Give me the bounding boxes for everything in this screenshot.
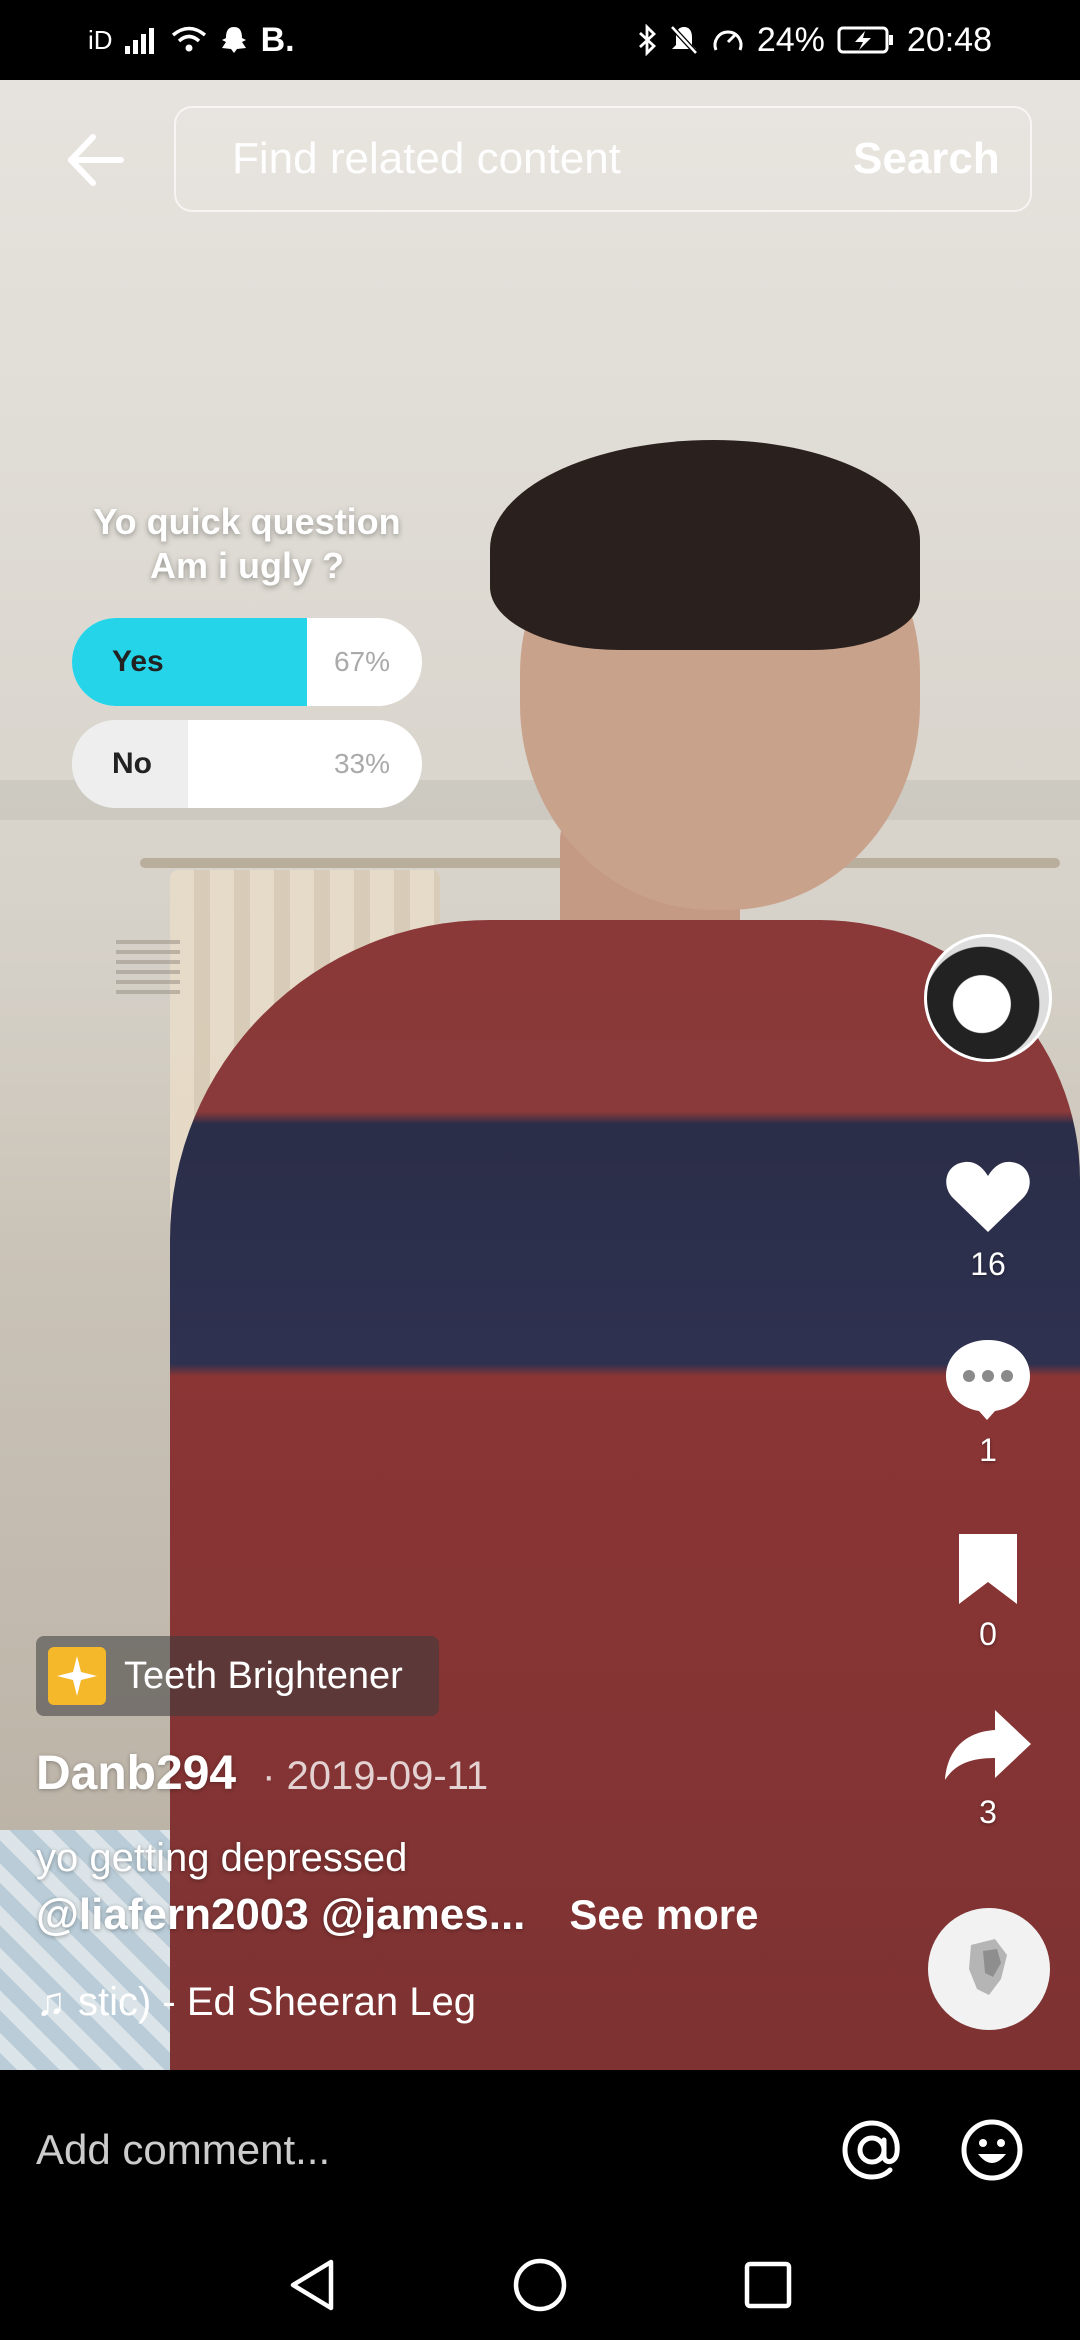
carrier-label: iD [88,24,113,55]
post-date: · 2019-09-11 [262,1754,489,1798]
poll-option-yes[interactable]: Yes 67% [72,618,422,706]
music-title: stic) - Ed Sheeran Leg [78,1980,476,2024]
back-triangle-icon[interactable] [287,2258,337,2312]
comment-count: 1 [979,1432,997,1468]
share-arrow-icon [945,1710,1031,1780]
bookmark-icon [959,1534,1017,1604]
sound-thumbnail-icon [969,1939,1007,1995]
poll-option-percent: 67% [333,646,390,677]
poll-option-no[interactable]: No 33% [72,720,422,808]
person-hair [490,440,920,650]
comment-input[interactable]: Add comment... [36,2126,840,2174]
battery-percent: 24% [756,20,825,59]
comment-bubble-icon [946,1340,1030,1420]
poll-sticker: Yo quick question Am i ugly ? Yes 67% No… [72,500,422,822]
effect-tag[interactable]: Teeth Brightener [36,1636,439,1716]
poll-option-label: Yes [112,645,164,678]
recents-square-icon[interactable] [743,2260,793,2310]
status-right: 24% 20:48 [637,21,992,60]
sound-disc[interactable] [928,1908,1050,2030]
save-count: 0 [979,1616,997,1652]
post-caption: yo getting depressed [36,1836,408,1880]
poll-question-line-2: Am i ugly ? [149,545,344,586]
wall-vent [116,940,180,1000]
battery-icon [837,26,893,54]
signal-icon [124,28,154,54]
heart-icon [946,1161,1030,1232]
author-username[interactable]: Danb294 [36,1746,236,1801]
see-more-button[interactable]: See more [569,1891,758,1939]
poll-option-label: No [112,747,152,780]
like-count: 16 [970,1246,1006,1282]
mention-icon[interactable] [840,2118,904,2182]
author-line: Danb294 · 2019-09-11 [36,1746,488,1801]
back-button[interactable] [50,120,140,200]
like-button[interactable]: 16 [928,1156,1048,1283]
music-line[interactable]: ♫ stic) - Ed Sheeran Leg [36,1980,576,2025]
home-circle-icon[interactable] [512,2257,568,2313]
search-box[interactable]: Search [174,106,1032,212]
snapchat-ghost-icon [221,27,246,53]
status-bar: iD B. 24% 20:48 [0,0,1080,80]
save-button[interactable]: 0 [928,1530,1048,1653]
caption-mentions[interactable]: @liafern2003 @james... [36,1890,525,1940]
search-button[interactable]: Search [853,134,1036,184]
poll-question-line-1: Yo quick question [93,501,401,542]
search-input[interactable] [232,134,807,184]
back-arrow-icon [68,134,124,186]
bell-muted-icon [670,25,698,55]
share-count: 3 [979,1794,997,1830]
wifi-icon [171,26,206,52]
comment-bar: Add comment... [0,2070,1080,2230]
effect-label: Teeth Brightener [124,1654,403,1697]
system-nav-bar [0,2230,1080,2340]
clock: 20:48 [906,20,992,59]
snapchat-badge: B. [260,20,295,59]
emoji-icon[interactable] [960,2118,1024,2182]
effect-sparkle-icon [48,1647,106,1705]
data-saver-icon [713,30,743,51]
share-button[interactable]: 3 [928,1706,1048,1831]
status-left: iD B. [88,21,295,60]
comment-button[interactable]: 1 [928,1336,1048,1469]
music-note-icon: ♫ [36,1980,66,2024]
bluetooth-icon [638,24,656,56]
mentions-line: @liafern2003 @james... See more [36,1890,759,1940]
poll-question: Yo quick question Am i ugly ? [72,500,422,588]
poll-option-percent: 33% [333,748,390,779]
creator-avatar[interactable] [924,934,1052,1062]
